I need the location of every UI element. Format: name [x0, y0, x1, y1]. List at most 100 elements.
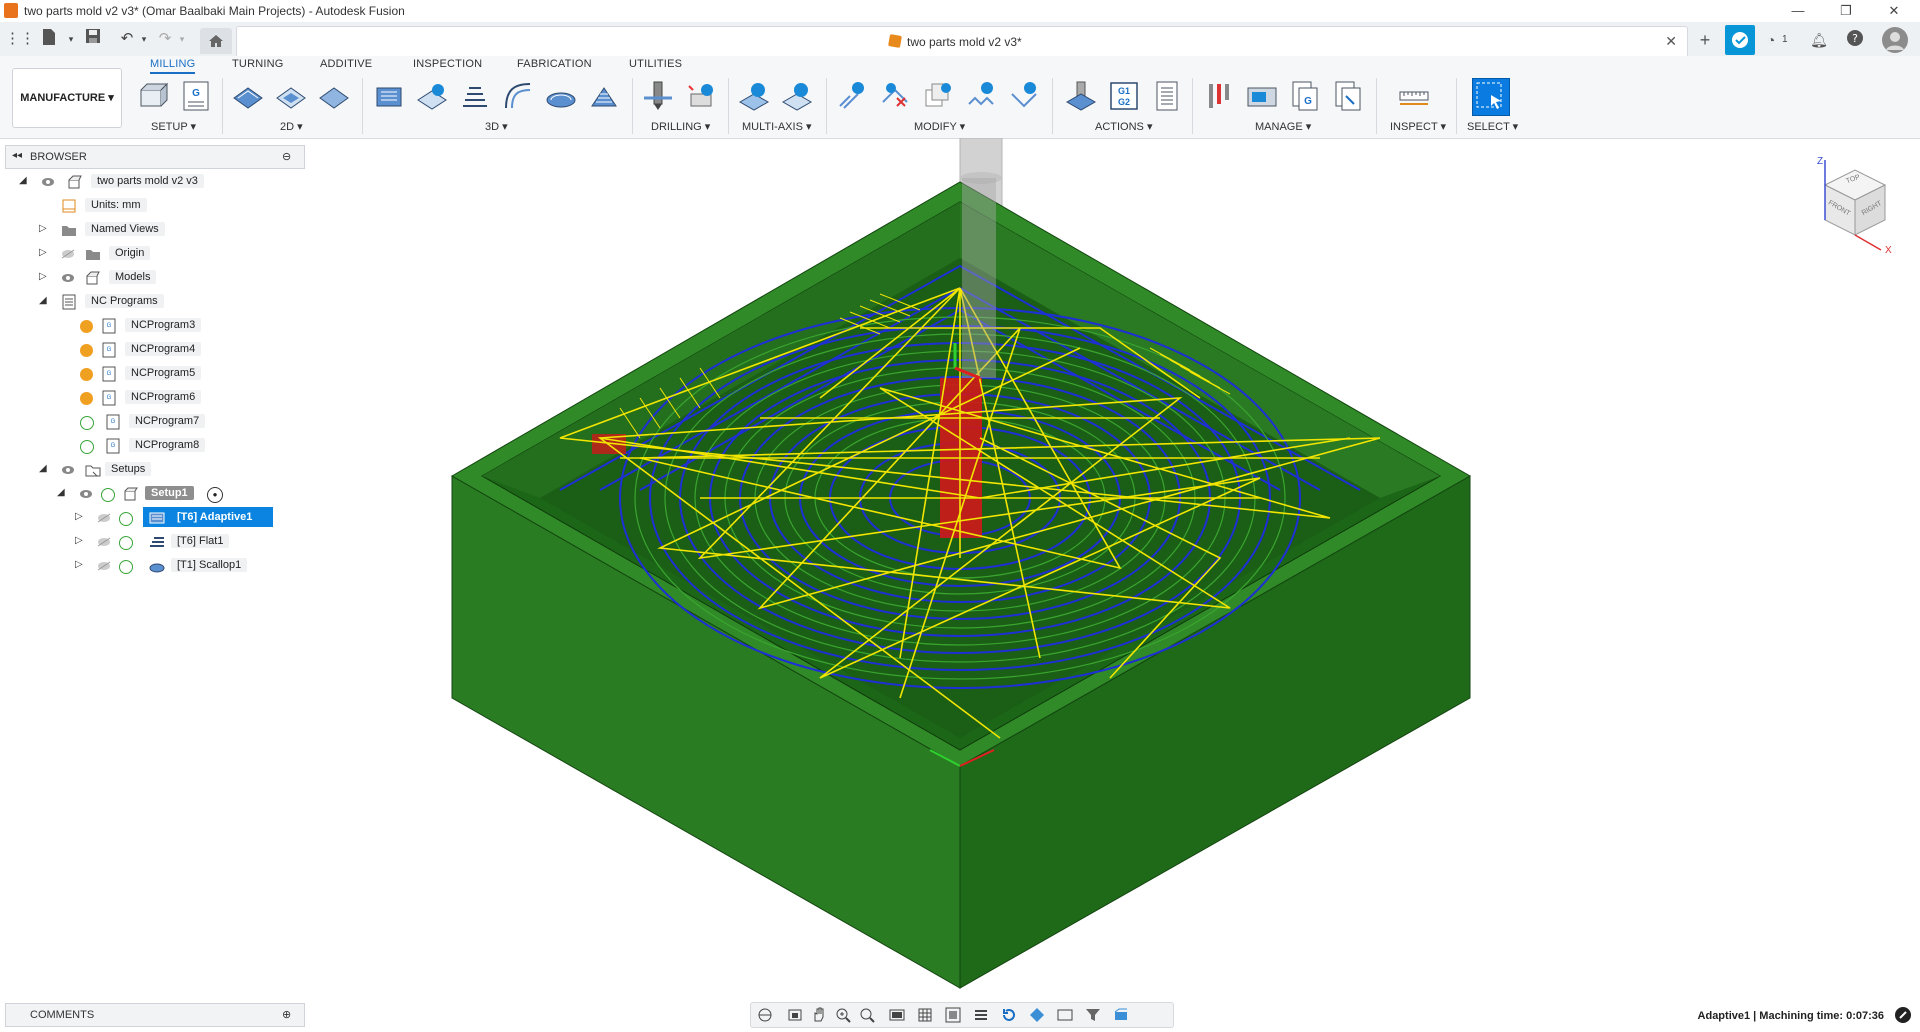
zoom-icon[interactable] [835, 1007, 851, 1023]
expand-triangle-icon[interactable]: ▷ [75, 559, 83, 570]
2d-pocket-icon[interactable] [275, 80, 307, 112]
tree-nc-program-item[interactable]: G NCProgram7 [5, 411, 305, 433]
hidden-eye-icon[interactable] [97, 513, 111, 523]
2d-group-label[interactable]: 2D ▾ [280, 120, 303, 133]
new-setup-icon[interactable] [137, 80, 169, 112]
scallop-icon[interactable] [545, 80, 577, 112]
minimize-button[interactable]: — [1780, 2, 1816, 20]
visibility-eye-icon[interactable] [61, 465, 75, 475]
tree-operation[interactable]: ▷ [T1] Scallop1 [5, 555, 305, 577]
expand-triangle-icon[interactable]: ▷ [75, 511, 83, 522]
drill-icon[interactable] [642, 80, 674, 112]
measure-icon[interactable] [1398, 80, 1430, 112]
tree-setups[interactable]: ◢ Setups [5, 459, 305, 481]
tab-utilities[interactable]: UTILITIES [629, 58, 682, 70]
tree-named-views[interactable]: ▷ Named Views [5, 219, 305, 241]
filter-icon[interactable] [1085, 1007, 1101, 1023]
close-tab-icon[interactable]: ✕ [1665, 33, 1677, 50]
hidden-eye-icon[interactable] [61, 249, 75, 259]
tree-nc-program-item[interactable]: G NCProgram6 [5, 387, 305, 409]
steep-and-shallow-icon[interactable] [459, 80, 491, 112]
undo-dropdown-icon[interactable]: ▾ [133, 28, 155, 50]
tab-milling[interactable]: MILLING [150, 58, 196, 74]
tool-library-icon[interactable] [1203, 80, 1235, 112]
expand-triangle-icon[interactable]: ▷ [39, 223, 47, 234]
nc-program-icon[interactable]: G [180, 80, 212, 112]
simulate-icon[interactable] [1065, 80, 1097, 112]
drilling-group-label[interactable]: DRILLING ▾ [651, 120, 710, 133]
file-menu-icon[interactable] [38, 28, 60, 50]
tree-operation[interactable]: ▷ [T6] Adaptive1 [5, 507, 305, 529]
tab-additive[interactable]: ADDITIVE [320, 58, 372, 70]
post-library-icon[interactable]: G [1289, 80, 1321, 112]
hidden-eye-icon[interactable] [97, 537, 111, 547]
grid-settings-icon[interactable] [917, 1007, 933, 1023]
user-avatar[interactable] [1882, 27, 1908, 53]
orbit-icon[interactable] [757, 1007, 773, 1023]
swarf-icon[interactable] [738, 80, 770, 112]
modify-group-label[interactable]: MODIFY ▾ [914, 120, 965, 133]
actions-group-label[interactable]: ACTIONS ▾ [1095, 120, 1152, 133]
expand-triangle-icon[interactable]: ▷ [39, 271, 47, 282]
tab-inspection[interactable]: INSPECTION [413, 58, 482, 70]
tree-nc-program-item[interactable]: G NCProgram8 [5, 435, 305, 457]
tree-setup1[interactable]: ◢ Setup1 ● [5, 483, 305, 505]
display-settings-icon[interactable] [889, 1007, 905, 1023]
tree-nc-program-item[interactable]: G NCProgram3 [5, 315, 305, 337]
duplicate-toolpath-icon[interactable] [922, 80, 954, 112]
fit-view-icon[interactable] [859, 1007, 875, 1023]
select-tool-button[interactable] [1472, 78, 1510, 116]
tree-nc-program-item[interactable]: G NCProgram5 [5, 363, 305, 385]
browser-header[interactable]: ◂◂ BROWSER ⊖ [5, 145, 305, 169]
expand-triangle-icon[interactable]: ▷ [75, 535, 83, 546]
delete-toolpath-icon[interactable] [879, 80, 911, 112]
inspect-group-label[interactable]: INSPECT ▾ [1390, 120, 1446, 133]
workspace-switcher[interactable]: MANUFACTURE ▾ [12, 68, 122, 128]
setup-group-label[interactable]: SETUP ▾ [151, 120, 196, 133]
tab-fabrication[interactable]: FABRICATION [517, 58, 592, 70]
2d-adaptive-icon[interactable] [232, 80, 264, 112]
tree-nc-programs[interactable]: ◢ NC Programs [5, 291, 305, 313]
manage-group-label[interactable]: MANAGE ▾ [1255, 120, 1311, 133]
save-icon[interactable] [82, 28, 104, 50]
machine-library-icon[interactable] [1246, 80, 1278, 112]
viewports-icon[interactable] [945, 1007, 961, 1023]
home-tab[interactable] [200, 28, 232, 54]
expand-triangle-icon[interactable]: ◢ [39, 463, 47, 474]
tree-origin[interactable]: ▷ Origin [5, 243, 305, 265]
hidden-eye-icon[interactable] [97, 561, 111, 571]
toolpath-info-icon[interactable] [1894, 1006, 1912, 1024]
section-analysis-icon[interactable] [973, 1007, 989, 1023]
help-icon[interactable]: ? [1844, 29, 1866, 51]
tree-operation[interactable]: ▷ [T6] Flat1 [5, 531, 305, 553]
tree-models[interactable]: ▷ Models [5, 267, 305, 289]
select-group-label[interactable]: SELECT ▾ [1467, 120, 1518, 133]
pocket-clearing-icon[interactable] [416, 80, 448, 112]
hole-recognition-icon[interactable] [685, 80, 717, 112]
visual-style-icon[interactable] [1029, 1007, 1045, 1023]
setup-sheet-icon[interactable] [1151, 80, 1183, 112]
notifications-bell-icon[interactable]: 🔔︎ [1808, 29, 1830, 51]
restore-button[interactable]: ❐ [1828, 2, 1864, 20]
visibility-eye-icon[interactable] [61, 273, 75, 283]
pan-hand-icon[interactable] [811, 1007, 827, 1023]
template-library-icon[interactable] [1332, 80, 1364, 112]
tree-units[interactable]: Units: mm [5, 195, 305, 217]
extensions-button[interactable] [1725, 25, 1755, 55]
parallel-icon[interactable] [588, 80, 620, 112]
view-cube[interactable]: TOP FRONT RIGHT Z X [1805, 156, 1905, 260]
contour-icon[interactable] [502, 80, 534, 112]
activate-setup-icon[interactable]: ● [207, 487, 223, 503]
new-tab-plus-icon[interactable]: + [1694, 29, 1716, 51]
toolpath-display-icon[interactable] [1113, 1007, 1129, 1023]
close-window-button[interactable]: ✕ [1876, 2, 1912, 20]
tree-nc-program-item[interactable]: G NCProgram4 [5, 339, 305, 361]
face-icon[interactable] [318, 80, 350, 112]
tab-turning[interactable]: TURNING [232, 58, 284, 70]
rotate-view-icon[interactable] [1001, 1007, 1017, 1023]
job-status-icon[interactable]: ◔ [1760, 29, 1782, 51]
visibility-eye-icon[interactable] [41, 177, 55, 187]
add-comment-icon[interactable]: ⊕ [282, 1008, 291, 1021]
multi-axis-contour-icon[interactable] [781, 80, 813, 112]
document-tab[interactable]: two parts mold v2 v3* ✕ [236, 26, 1688, 57]
